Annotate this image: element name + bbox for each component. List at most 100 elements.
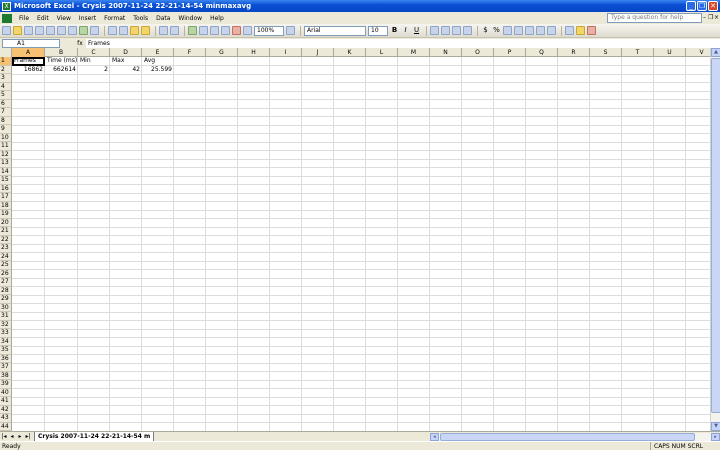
row-header-24[interactable]: 24	[0, 252, 12, 261]
formula-input[interactable]: Frames	[86, 38, 720, 48]
row-header-26[interactable]: 26	[0, 269, 12, 278]
first-sheet-icon[interactable]: |◂	[0, 433, 8, 440]
cell-b2[interactable]: 662614	[45, 66, 78, 75]
cell-e1[interactable]: Avg	[142, 57, 172, 66]
last-sheet-icon[interactable]: ▸|	[24, 433, 32, 440]
cell-a2[interactable]: 16862	[12, 66, 45, 75]
row-header-22[interactable]: 22	[0, 235, 12, 244]
menu-tools[interactable]: Tools	[129, 15, 152, 22]
email-icon[interactable]	[46, 26, 55, 35]
row-header-13[interactable]: 13	[0, 159, 12, 168]
row-header-17[interactable]: 17	[0, 193, 12, 202]
increase-decimal-icon[interactable]	[514, 26, 523, 35]
row-header-34[interactable]: 34	[0, 337, 12, 346]
align-right-icon[interactable]	[452, 26, 461, 35]
excel-app-icon[interactable]: X	[2, 1, 11, 11]
currency-button[interactable]: $	[481, 26, 490, 35]
cut-icon[interactable]	[108, 26, 117, 35]
italic-button[interactable]: I	[401, 26, 410, 35]
row-header-39[interactable]: 39	[0, 380, 12, 389]
row-header-30[interactable]: 30	[0, 303, 12, 312]
row-header-41[interactable]: 41	[0, 397, 12, 406]
column-header-q[interactable]: Q	[526, 48, 558, 57]
open-icon[interactable]	[13, 26, 22, 35]
column-header-m[interactable]: M	[398, 48, 430, 57]
vertical-scroll-thumb[interactable]	[711, 58, 720, 413]
sort-ascending-icon[interactable]	[210, 26, 219, 35]
column-header-e[interactable]: E	[142, 48, 174, 57]
close-button[interactable]: ✕	[708, 1, 718, 11]
workbook-icon[interactable]	[2, 13, 12, 23]
row-header-38[interactable]: 38	[0, 371, 12, 380]
row-header-43[interactable]: 43	[0, 414, 12, 423]
row-header-2[interactable]: 2	[0, 65, 12, 74]
column-header-u[interactable]: U	[654, 48, 686, 57]
title-bar[interactable]: X Microsoft Excel - Crysis 2007-11-24 22…	[0, 0, 720, 12]
row-header-10[interactable]: 10	[0, 133, 12, 142]
merge-center-icon[interactable]	[463, 26, 472, 35]
worksheet-grid[interactable]: ABCDEFGHIJKLMNOPQRSTUV 1 2 3 4 5 6 7 8 9 10 11 12 13…	[0, 48, 710, 431]
decrease-indent-icon[interactable]	[536, 26, 545, 35]
help-search-input[interactable]: Type a question for help	[607, 13, 702, 23]
row-header-15[interactable]: 15	[0, 176, 12, 185]
row-header-12[interactable]: 12	[0, 150, 12, 159]
restore-button[interactable]: ❐	[697, 1, 707, 11]
scroll-right-icon[interactable]: ▸	[711, 433, 720, 441]
row-header-19[interactable]: 19	[0, 210, 12, 219]
row-header-27[interactable]: 27	[0, 278, 12, 287]
print-icon[interactable]	[57, 26, 66, 35]
borders-icon[interactable]	[565, 26, 574, 35]
permission-icon[interactable]	[35, 26, 44, 35]
font-size-select[interactable]: 10	[368, 25, 388, 36]
row-header-25[interactable]: 25	[0, 261, 12, 270]
row-header-6[interactable]: 6	[0, 99, 12, 108]
sort-descending-icon[interactable]	[221, 26, 230, 35]
font-color-icon[interactable]	[587, 26, 596, 35]
row-header-42[interactable]: 42	[0, 405, 12, 414]
row-header-33[interactable]: 33	[0, 329, 12, 338]
column-header-v[interactable]: V	[686, 48, 710, 57]
research-icon[interactable]	[90, 26, 99, 35]
horizontal-scrollbar[interactable]: ◂ ▸	[430, 433, 720, 441]
row-header-11[interactable]: 11	[0, 142, 12, 151]
increase-indent-icon[interactable]	[547, 26, 556, 35]
row-header-4[interactable]: 4	[0, 82, 12, 91]
prev-sheet-icon[interactable]: ◂	[8, 433, 16, 440]
column-header-h[interactable]: H	[238, 48, 270, 57]
menu-data[interactable]: Data	[152, 15, 174, 22]
next-sheet-icon[interactable]: ▸	[16, 433, 24, 440]
minimize-button[interactable]: _	[686, 1, 696, 11]
cell-c2[interactable]: 2	[78, 66, 110, 75]
copy-icon[interactable]	[119, 26, 128, 35]
spelling-icon[interactable]	[79, 26, 88, 35]
menu-window[interactable]: Window	[174, 15, 206, 22]
autosum-icon[interactable]	[199, 26, 208, 35]
column-header-r[interactable]: R	[558, 48, 590, 57]
help-icon[interactable]	[286, 26, 295, 35]
column-header-g[interactable]: G	[206, 48, 238, 57]
fill-color-icon[interactable]	[576, 26, 585, 35]
column-header-f[interactable]: F	[174, 48, 206, 57]
column-header-b[interactable]: B	[45, 48, 78, 57]
row-header-14[interactable]: 14	[0, 167, 12, 176]
column-header-p[interactable]: P	[494, 48, 526, 57]
row-header-31[interactable]: 31	[0, 312, 12, 321]
menu-format[interactable]: Format	[100, 15, 129, 22]
cell-c1[interactable]: Min	[78, 57, 108, 66]
doc-restore-icon[interactable]: ❐	[708, 14, 713, 21]
column-header-o[interactable]: O	[462, 48, 494, 57]
align-left-icon[interactable]	[430, 26, 439, 35]
row-header-7[interactable]: 7	[0, 108, 12, 117]
row-header-40[interactable]: 40	[0, 388, 12, 397]
chart-wizard-icon[interactable]	[232, 26, 241, 35]
drawing-icon[interactable]	[243, 26, 252, 35]
menu-edit[interactable]: Edit	[33, 15, 53, 22]
cell-d1[interactable]: Max	[110, 57, 140, 66]
column-header-j[interactable]: J	[302, 48, 334, 57]
comma-style-icon[interactable]	[503, 26, 512, 35]
menu-insert[interactable]: Insert	[75, 15, 100, 22]
column-header-t[interactable]: T	[622, 48, 654, 57]
row-header-16[interactable]: 16	[0, 184, 12, 193]
row-header-18[interactable]: 18	[0, 201, 12, 210]
scroll-down-icon[interactable]: ▼	[711, 422, 720, 431]
